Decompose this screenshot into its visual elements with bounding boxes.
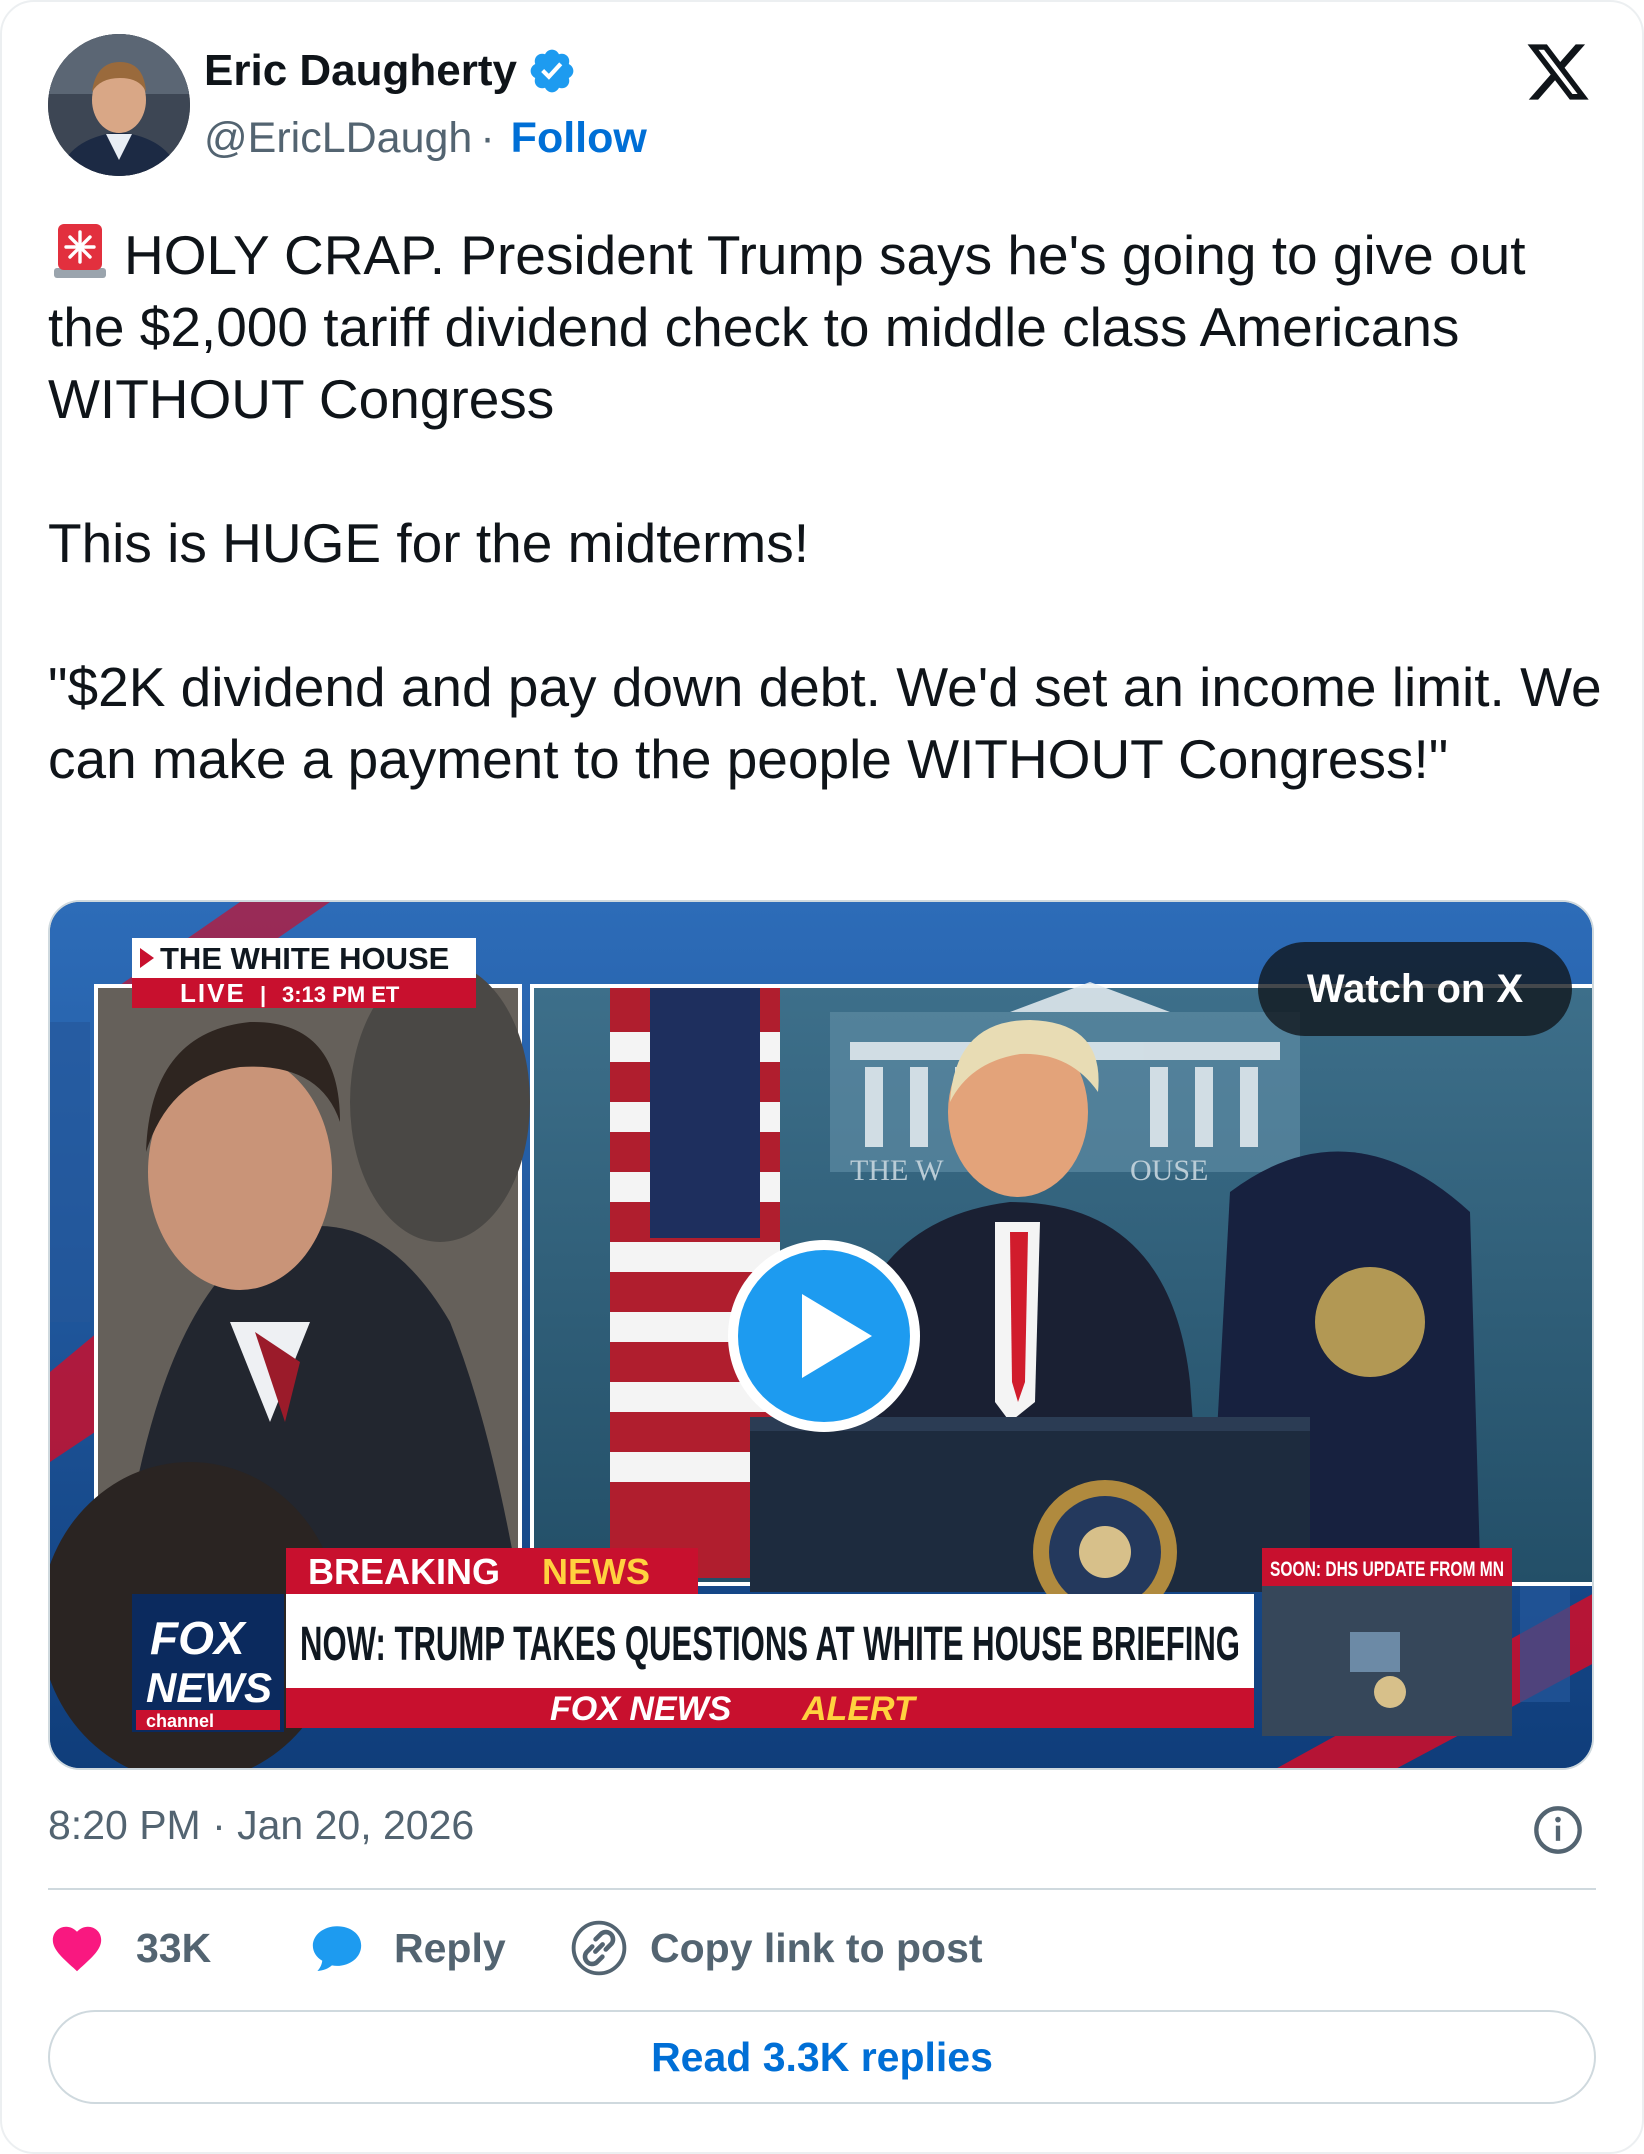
reply-label: Reply [394,1924,506,1971]
coming-up-label: SOON: DHS UPDATE FROM MN [1270,1558,1504,1581]
network-logo-fox: FOX [150,1612,247,1664]
breaking-news-label: NEWS [542,1551,650,1592]
post-timestamp[interactable]: 8:20 PM · Jan 20, 2026 [48,1802,474,1849]
info-icon[interactable] [1532,1804,1584,1856]
author-name-row: Eric Daugherty [204,46,577,96]
backdrop-text-left: THE W [850,1154,944,1187]
heart-icon [52,1926,102,1972]
author-handle[interactable]: @EricLDaugh [204,114,472,163]
read-replies-button[interactable]: Read 3.3K replies [48,2010,1596,2104]
verified-badge-icon [530,49,574,93]
like-count: 33K [136,1924,212,1971]
avatar-image [48,34,190,176]
link-icon [571,1920,627,1976]
backdrop-text-right: OUSE [1130,1154,1208,1187]
post-text: HOLY CRAP. President Trump says he's goi… [48,218,1608,795]
post-paragraph-2: This is HUGE for the midterms! [48,512,809,574]
copy-link-label: Copy link to post [650,1924,983,1971]
reply-button[interactable]: Reply [308,1919,570,1977]
author-handle-row: @EricLDaugh · Follow [204,114,647,163]
post-paragraph-1: HOLY CRAP. President Trump says he's goi… [48,218,1608,435]
speech-bubble-icon [312,1926,362,1971]
play-icon[interactable] [724,1236,924,1436]
divider [48,1888,1596,1890]
separator-dot: · [480,114,495,162]
watch-on-x-button[interactable]: Watch on X [1258,942,1572,1036]
video-headline: NOW: TRUMP TAKES QUESTIONS AT WHITE HOUS… [300,1618,1240,1671]
live-label: LIVE [180,978,246,1008]
post-actions: 33K Reply Copy link to post [48,1920,983,1976]
post-paragraph-1-text: HOLY CRAP. President Trump says he's goi… [48,224,1526,430]
author-name[interactable]: Eric Daugherty [204,46,517,96]
embedded-post-card: Eric Daugherty @EricLDaugh · Follow HOLY… [0,0,1644,2154]
like-button[interactable]: 33K [48,1919,308,1977]
copy-link-button[interactable]: Copy link to post [570,1919,983,1977]
network-logo-news: NEWS [146,1664,272,1711]
network-logo-channel: channel [146,1711,214,1731]
alert-label-accent: ALERT [801,1690,918,1728]
location-tag: THE WHITE HOUSE [160,941,449,976]
x-logo-icon[interactable] [1524,38,1592,106]
video-media[interactable]: THE W OUSE THE WHITE HOUSE LIVE | 3:13 P… [48,900,1594,1770]
follow-button[interactable]: Follow [511,114,647,163]
alert-label: FOX NEWS [550,1690,732,1728]
rotating-light-emoji-icon [54,224,106,278]
breaking-label: BREAKING [308,1551,500,1592]
live-separator: | [260,982,266,1007]
post-paragraph-3: "$2K dividend and pay down debt. We'd se… [48,656,1602,790]
avatar[interactable] [48,34,190,176]
live-time: 3:13 PM ET [282,982,400,1007]
